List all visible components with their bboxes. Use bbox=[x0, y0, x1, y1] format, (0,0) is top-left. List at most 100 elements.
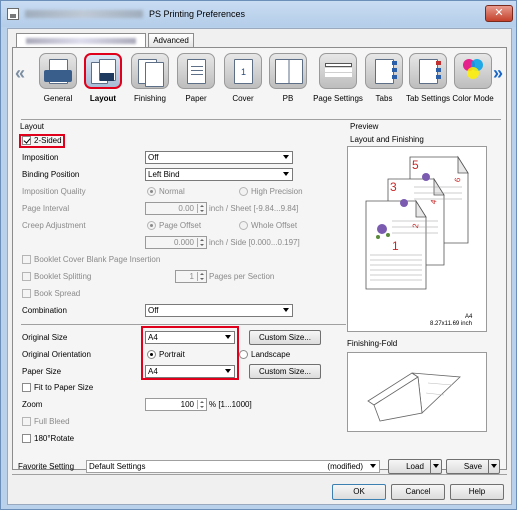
load-button[interactable]: Load bbox=[388, 459, 442, 474]
booklet-splitting-spinner[interactable]: 1 bbox=[175, 270, 207, 283]
imposition-quality-label: Imposition Quality bbox=[22, 187, 86, 196]
fit-to-paper-label: Fit to Paper Size bbox=[34, 383, 94, 392]
icon-tab-layout[interactable]: Layout bbox=[81, 50, 125, 110]
layout-icon bbox=[84, 53, 122, 89]
combination-select[interactable]: Off bbox=[145, 304, 293, 317]
creep-adjustment-label: Creep Adjustment bbox=[22, 221, 86, 230]
quality-high-label: High Precision bbox=[251, 187, 303, 196]
book-spread-checkbox[interactable] bbox=[22, 289, 31, 298]
zoom-range: % [1...1000] bbox=[209, 400, 252, 409]
favorite-setting-select[interactable]: Default Settings (modified) bbox=[86, 460, 380, 473]
chevron-down-icon bbox=[283, 308, 289, 312]
spinner-arrows-icon bbox=[197, 272, 205, 281]
imposition-select[interactable]: Off bbox=[145, 151, 293, 164]
booklet-cover-blank-checkbox[interactable] bbox=[22, 255, 31, 264]
two-sided-checkbox[interactable] bbox=[22, 136, 31, 145]
page-interval-spinner[interactable]: 0.00 bbox=[145, 202, 207, 215]
page-offset-radio[interactable] bbox=[147, 221, 156, 230]
icon-tab-pb[interactable]: PB bbox=[266, 50, 310, 110]
cover-icon: 1 bbox=[224, 53, 262, 89]
icon-tab-label: Color Mode bbox=[452, 94, 494, 103]
original-custom-size-button[interactable]: Custom Size... bbox=[249, 330, 321, 345]
two-sided-label: 2-Sided bbox=[34, 136, 62, 145]
chevron-down-icon bbox=[283, 155, 289, 159]
imposition-label: Imposition bbox=[22, 153, 59, 162]
icon-tab-cover[interactable]: 1 Cover bbox=[221, 50, 265, 110]
rotate-180-label: 180°Rotate bbox=[34, 434, 75, 443]
divider bbox=[21, 324, 346, 325]
booklet-splitting-checkbox[interactable] bbox=[22, 272, 31, 281]
icon-tab-paper[interactable]: Paper bbox=[174, 50, 218, 110]
pages-per-section-label: Pages per Section bbox=[209, 272, 275, 281]
zoom-label: Zoom bbox=[22, 400, 43, 409]
pb-icon bbox=[269, 53, 307, 89]
scroll-left-icon[interactable]: « bbox=[15, 64, 25, 82]
load-menu-arrow[interactable] bbox=[430, 460, 441, 473]
load-label: Load bbox=[406, 462, 424, 471]
fold-preview bbox=[347, 352, 487, 432]
book-spread-label: Book Spread bbox=[34, 289, 81, 298]
page-number-5: 5 bbox=[412, 158, 419, 172]
save-button[interactable]: Save bbox=[446, 459, 500, 474]
scroll-right-icon[interactable]: » bbox=[493, 64, 503, 82]
page-number-3: 3 bbox=[390, 180, 397, 194]
chevron-down-icon bbox=[491, 464, 497, 468]
original-size-select[interactable]: A4 bbox=[145, 331, 235, 344]
icon-tab-label: PB bbox=[282, 94, 294, 103]
paper-size-select[interactable]: A4 bbox=[145, 365, 235, 378]
paper-custom-size-button[interactable]: Custom Size... bbox=[249, 364, 321, 379]
creep-value: 0.000 bbox=[173, 238, 194, 247]
paper-size-label: Paper Size bbox=[22, 367, 62, 376]
title-bar: PS Printing Preferences ✕ bbox=[1, 1, 516, 27]
icon-tab-color-mode[interactable]: Color Mode bbox=[451, 50, 495, 110]
original-orientation-label: Original Orientation bbox=[22, 350, 91, 359]
binding-position-select[interactable]: Left Bind bbox=[145, 168, 293, 181]
fit-to-paper-checkbox[interactable] bbox=[22, 383, 31, 392]
finishing-fold-label: Finishing-Fold bbox=[347, 339, 398, 348]
rotate-180-checkbox[interactable] bbox=[22, 434, 31, 443]
cancel-button[interactable]: Cancel bbox=[391, 484, 445, 500]
fold-illustration bbox=[367, 372, 461, 422]
zoom-value: 100 bbox=[180, 400, 194, 409]
divider bbox=[12, 474, 507, 475]
original-size-label: Original Size bbox=[22, 333, 68, 342]
tab-printer[interactable] bbox=[16, 33, 146, 48]
printer-name-redacted bbox=[25, 10, 143, 18]
ok-button[interactable]: OK bbox=[332, 484, 386, 500]
spinner-arrows-icon bbox=[197, 400, 205, 409]
help-button[interactable]: Help bbox=[450, 484, 504, 500]
icon-tab-page-settings[interactable]: Page Settings bbox=[313, 50, 363, 110]
creep-spinner[interactable]: 0.000 bbox=[145, 236, 207, 249]
page-settings-icon bbox=[319, 53, 357, 89]
quality-normal-radio[interactable] bbox=[147, 187, 156, 196]
save-menu-arrow[interactable] bbox=[488, 460, 499, 473]
quality-high-radio[interactable] bbox=[239, 187, 248, 196]
portrait-radio[interactable] bbox=[147, 350, 156, 359]
zoom-spinner[interactable]: 100 bbox=[145, 398, 207, 411]
chevron-down-icon bbox=[433, 464, 439, 468]
paper-dimensions: 8.27x11.69 inch bbox=[430, 321, 472, 327]
icon-tab-tab-settings[interactable]: Tab Settings bbox=[406, 50, 450, 110]
full-bleed-checkbox[interactable] bbox=[22, 417, 31, 426]
close-button[interactable]: ✕ bbox=[485, 5, 513, 22]
icon-tab-finishing[interactable]: Finishing bbox=[128, 50, 172, 110]
tab-settings-icon bbox=[409, 53, 447, 89]
divider bbox=[21, 119, 501, 120]
chevron-down-icon bbox=[283, 172, 289, 176]
landscape-radio[interactable] bbox=[239, 350, 248, 359]
preview-title: Preview bbox=[350, 122, 379, 131]
icon-tab-general[interactable]: General bbox=[36, 50, 80, 110]
tabs-icon bbox=[365, 53, 403, 89]
icon-tab-bar: « General Layout Finishing Paper 1 Cover… bbox=[13, 48, 506, 110]
paper-size-value: A4 bbox=[148, 367, 158, 376]
full-bleed-label: Full Bleed bbox=[34, 417, 70, 426]
whole-offset-radio[interactable] bbox=[239, 221, 248, 230]
booklet-cover-blank-label: Booklet Cover Blank Page Insertion bbox=[34, 255, 161, 264]
tab-advanced[interactable]: Advanced bbox=[148, 33, 194, 47]
spinner-arrows-icon bbox=[197, 238, 205, 247]
page-interval-value: 0.00 bbox=[178, 204, 194, 213]
printing-preferences-window: PS Printing Preferences ✕ Advanced « Gen… bbox=[0, 0, 517, 510]
layout-group-title: Layout bbox=[20, 122, 45, 131]
spinner-arrows-icon bbox=[197, 204, 205, 213]
combination-label: Combination bbox=[22, 306, 67, 315]
